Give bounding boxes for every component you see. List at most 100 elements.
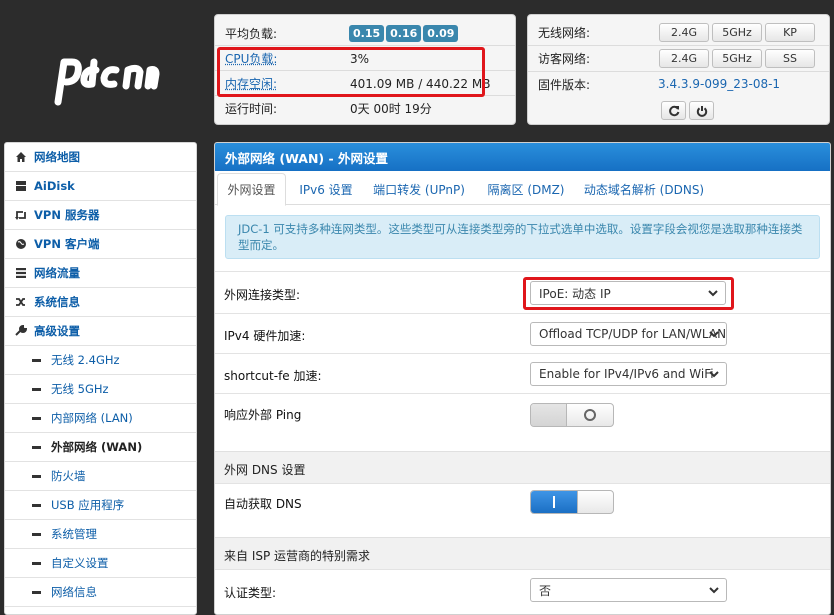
highlight-box-status: [217, 47, 485, 97]
load-badge-1: 0.15: [349, 25, 385, 42]
guest-5g-button[interactable]: 5GHz: [712, 49, 762, 68]
guest-label: 访客网络:: [538, 52, 591, 66]
sidebar-item-vpn-server[interactable]: VPN 服务器: [5, 201, 196, 230]
sidebar-item-system-info[interactable]: 系统信息: [5, 288, 196, 317]
hwaccel-select[interactable]: Offload TCP/UDP for LAN/WLAN: [530, 322, 727, 346]
sidebar-sub-firewall[interactable]: 防火墙: [5, 462, 196, 491]
guest-24g-button[interactable]: 2.4G: [659, 49, 709, 68]
disk-icon: [16, 181, 26, 191]
sidebar-sub-label: 无线 5GHz: [51, 382, 109, 396]
chevron-down-icon: [709, 587, 719, 594]
sidebar-sub-netinfo[interactable]: 网络信息: [5, 578, 196, 607]
dash-icon: [32, 416, 41, 420]
shortcut-value: Enable for IPv4/IPv6 and WiFi: [539, 367, 714, 381]
refresh-button[interactable]: [661, 101, 686, 120]
sidebar-item-label: VPN 客户端: [34, 237, 100, 251]
guest-row: 访客网络: 2.4G 5GHz SS: [528, 46, 829, 72]
ping-toggle[interactable]: [530, 403, 614, 427]
tab-bar: 外网设置 IPv6 设置 端口转发 (UPnP) 隔离区 (DMZ) 动态域名解…: [215, 173, 830, 206]
dash-icon: [32, 561, 41, 565]
sidebar-item-network-map[interactable]: 网络地图: [5, 143, 196, 172]
chevron-down-icon: [709, 331, 719, 338]
sidebar-item-vpn-client[interactable]: VPN 客户端: [5, 230, 196, 259]
firmware-version: 3.4.3.9-099_23-08-1: [658, 77, 781, 91]
dash-icon: [32, 503, 41, 507]
tab-port-forward[interactable]: 端口转发 (UPnP): [367, 173, 471, 205]
sidebar-sub-label: 防火墙: [51, 469, 86, 483]
dns-section-header: 外网 DNS 设置: [215, 451, 830, 483]
wan-settings-panel: 外部网络 (WAN) - 外网设置 外网设置 IPv6 设置 端口转发 (UPn…: [214, 142, 831, 615]
random-icon: [16, 298, 25, 306]
auto-dns-label: 自动获取 DNS: [224, 497, 302, 511]
firmware-row: 固件版本: 3.4.3.9-099_23-08-1: [528, 72, 829, 96]
tab-ddns[interactable]: 动态域名解析 (DDNS): [579, 173, 709, 205]
uptime-value: 0天 00时 19分: [350, 101, 432, 116]
dash-icon: [32, 387, 41, 391]
dash-icon: [32, 445, 41, 449]
sidebar-sub-usb[interactable]: USB 应用程序: [5, 491, 196, 520]
shortcut-label: shortcut-fe 加速:: [224, 369, 322, 383]
hwaccel-row: IPv4 硬件加速: Offload TCP/UDP for LAN/WLAN: [215, 313, 830, 353]
wifi-kp-button[interactable]: KP: [765, 23, 815, 42]
dash-icon: [32, 358, 41, 362]
uptime-row: 运行时间: 0天 00时 19分: [215, 96, 515, 120]
firmware-label: 固件版本:: [538, 77, 591, 92]
hwaccel-value: Offload TCP/UDP for LAN/WLAN: [539, 327, 727, 341]
toggle-off-icon: [584, 409, 596, 421]
wrench-icon: [15, 325, 27, 336]
sidebar-item-label: 网络流量: [34, 266, 80, 280]
brand-logo: [54, 58, 160, 106]
panel-title: 外部网络 (WAN) - 外网设置: [215, 143, 830, 171]
sidebar-sub-label: 外部网络 (WAN): [51, 440, 143, 454]
tab-wan-settings[interactable]: 外网设置: [217, 173, 286, 206]
auth-select[interactable]: 否: [530, 578, 727, 602]
tab-dmz[interactable]: 隔离区 (DMZ): [481, 173, 571, 205]
reboot-button[interactable]: [689, 101, 714, 120]
sidebar-item-traffic[interactable]: 网络流量: [5, 259, 196, 288]
list-icon: [16, 268, 26, 278]
sidebar-item-advanced[interactable]: 高级设置: [5, 317, 196, 346]
sidebar-sub-wifi24[interactable]: 无线 2.4GHz: [5, 346, 196, 375]
sidebar-item-aidisk[interactable]: AiDisk: [5, 172, 196, 201]
load-badge-3: 0.09: [423, 25, 459, 42]
sidebar-sub-wan[interactable]: 外部网络 (WAN): [5, 433, 196, 462]
tab-ipv6[interactable]: IPv6 设置: [291, 173, 361, 205]
auto-dns-row: 自动获取 DNS: [215, 483, 830, 537]
isp-section-title: 来自 ISP 运营商的特别需求: [224, 549, 371, 563]
dash-icon: [32, 474, 41, 478]
sidebar-menu: 网络地图 AiDisk VPN 服务器 VPN 客户端 网络流量 系统信息 高级…: [4, 142, 197, 615]
sidebar-item-label: 网络地图: [34, 150, 80, 164]
shortcut-row: shortcut-fe 加速: Enable for IPv4/IPv6 and…: [215, 353, 830, 393]
toggle-on-icon: [553, 496, 555, 508]
load-badge-2: 0.16: [386, 25, 422, 42]
info-alert: JDC-1 可支持多种连网类型。这些类型可从连接类型旁的下拉式选单中选取。设置字…: [225, 215, 820, 259]
dash-icon: [32, 590, 41, 594]
refresh-icon: [668, 105, 679, 116]
dns-section-title: 外网 DNS 设置: [224, 463, 306, 477]
sidebar-sub-label: 无线 2.4GHz: [51, 353, 120, 367]
sidebar-sub-lan[interactable]: 内部网络 (LAN): [5, 404, 196, 433]
guest-ss-button[interactable]: SS: [765, 49, 815, 68]
load-row: 平均负载: 0.15 0.16 0.09: [215, 22, 515, 46]
load-label: 平均负载:: [225, 27, 278, 41]
auth-label: 认证类型:: [224, 586, 277, 600]
wireless-status-panel: 无线网络: 2.4G 5GHz KP 访客网络: 2.4G 5GHz SS 固件…: [527, 14, 830, 125]
sidebar-sub-label: 内部网络 (LAN): [51, 411, 133, 425]
auto-dns-toggle[interactable]: [530, 490, 614, 514]
sidebar-sub-admin[interactable]: 系统管理: [5, 520, 196, 549]
sidebar-sub-label: USB 应用程序: [51, 498, 125, 512]
sidebar-sub-label: 自定义设置: [51, 556, 109, 570]
highlight-box-conn-type: [523, 277, 734, 310]
uptime-label: 运行时间:: [225, 101, 278, 116]
auth-row: 认证类型: 否: [215, 569, 830, 614]
sidebar-sub-label: 系统管理: [51, 527, 97, 541]
sidebar-sub-wifi5[interactable]: 无线 5GHz: [5, 375, 196, 404]
wifi-label: 无线网络:: [538, 26, 591, 40]
globe-icon: [16, 239, 26, 249]
shortcut-select[interactable]: Enable for IPv4/IPv6 and WiFi: [530, 362, 727, 386]
retweet-icon: [15, 211, 26, 220]
wifi-24g-button[interactable]: 2.4G: [659, 23, 709, 42]
sidebar-sub-label: 网络信息: [51, 585, 97, 599]
sidebar-sub-custom[interactable]: 自定义设置: [5, 549, 196, 578]
wifi-5g-button[interactable]: 5GHz: [712, 23, 762, 42]
